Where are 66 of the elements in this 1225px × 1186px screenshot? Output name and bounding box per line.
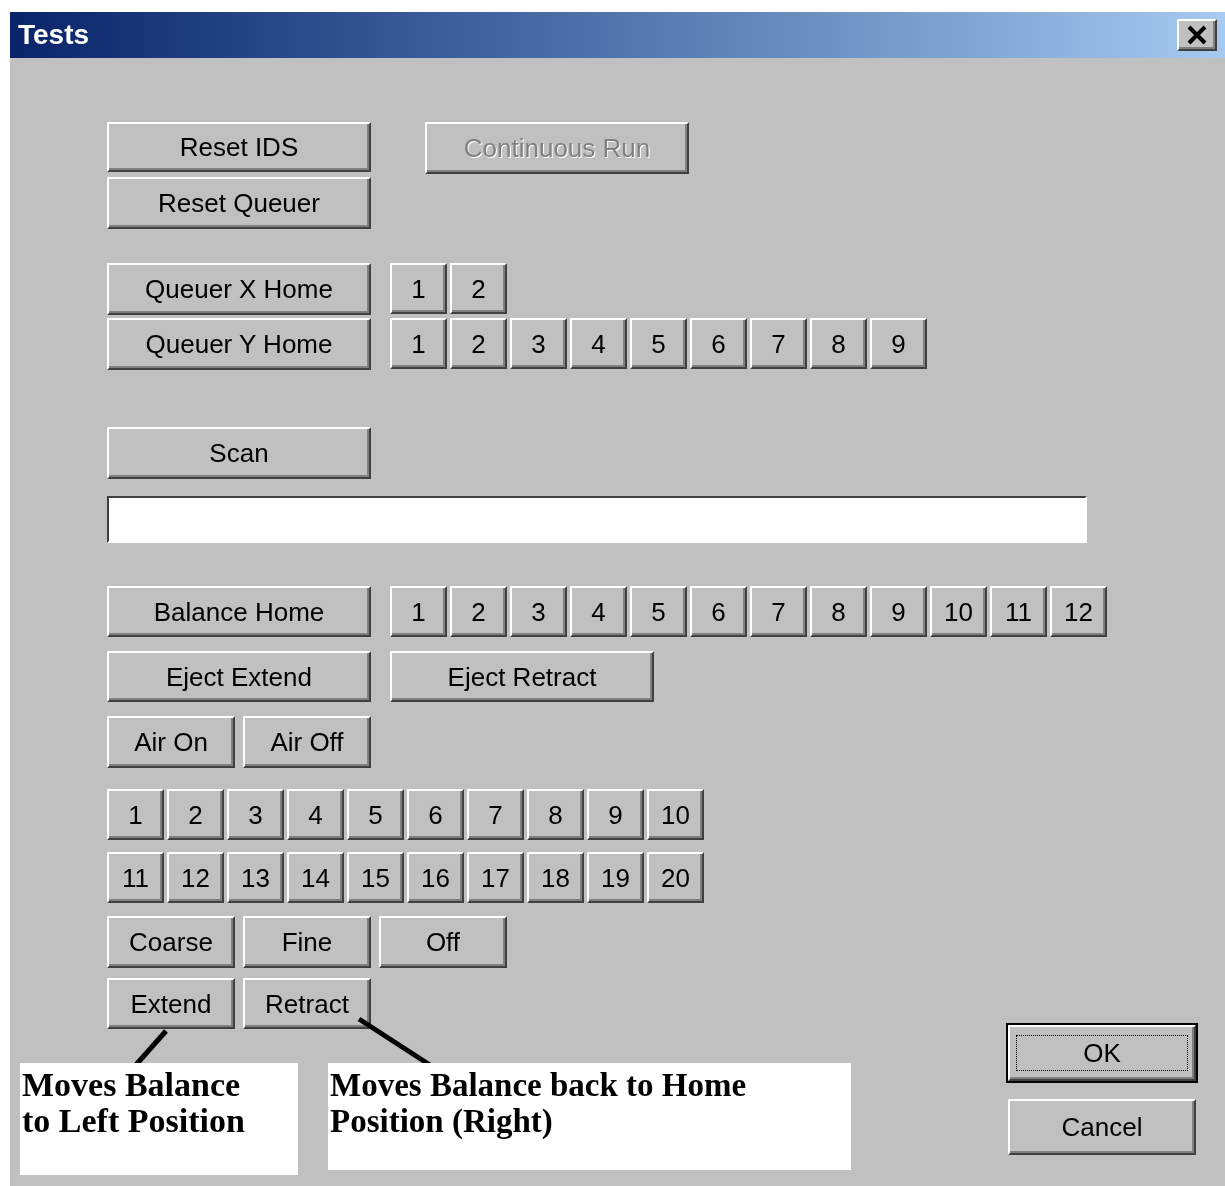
number-button[interactable]: 2 [167,789,224,840]
number-button[interactable]: 12 [167,852,224,903]
number-button[interactable]: 13 [227,852,284,903]
button[interactable]: Fine [243,916,371,968]
number-button[interactable]: 10 [647,789,704,840]
button[interactable]: Air Off [243,716,371,768]
button[interactable]: Air On [107,716,235,768]
number-button[interactable]: 9 [870,318,927,369]
close-button[interactable] [1177,19,1217,51]
number-button[interactable]: 3 [227,789,284,840]
number-button[interactable]: 4 [287,789,344,840]
input-field[interactable] [107,496,1087,543]
number-button[interactable]: 7 [467,789,524,840]
close-icon [1186,25,1208,45]
number-button[interactable]: 1 [107,789,164,840]
number-button[interactable]: 5 [347,789,404,840]
number-button[interactable]: 2 [450,586,507,637]
number-button[interactable]: 3 [510,318,567,369]
button[interactable]: Balance Home [107,586,371,637]
number-button[interactable]: 15 [347,852,404,903]
button[interactable]: Retract [243,978,371,1029]
number-button[interactable]: 5 [630,586,687,637]
number-button[interactable]: 16 [407,852,464,903]
number-button[interactable]: 1 [390,586,447,637]
number-button[interactable]: 3 [510,586,567,637]
number-button[interactable]: 2 [450,263,507,314]
button[interactable]: Extend [107,978,235,1029]
number-button[interactable]: 7 [750,586,807,637]
number-button[interactable]: 11 [990,586,1047,637]
number-button[interactable]: 18 [527,852,584,903]
button[interactable]: Scan [107,427,371,479]
annotation: Moves Balance back to Home Position (Right) [328,1063,851,1170]
button[interactable]: Cancel [1008,1099,1196,1155]
number-button[interactable]: 9 [587,789,644,840]
number-button[interactable]: 19 [587,852,644,903]
number-button[interactable]: 2 [450,318,507,369]
number-button[interactable]: 1 [390,318,447,369]
number-button[interactable]: 1 [390,263,447,314]
number-button[interactable]: 8 [810,318,867,369]
button[interactable]: Off [379,916,507,968]
number-button[interactable]: 11 [107,852,164,903]
number-button[interactable]: 17 [467,852,524,903]
button[interactable]: Eject Retract [390,651,654,702]
button[interactable]: Reset Queuer [107,177,371,229]
number-button[interactable]: 4 [570,318,627,369]
number-button[interactable]: 5 [630,318,687,369]
number-button[interactable]: 8 [810,586,867,637]
button[interactable]: Reset IDS [107,122,371,172]
number-button[interactable]: 4 [570,586,627,637]
number-button[interactable]: 6 [407,789,464,840]
button[interactable]: Queuer Y Home [107,318,371,370]
number-button[interactable]: 6 [690,586,747,637]
window-title: Tests [18,18,90,52]
button[interactable]: OK [1008,1025,1196,1081]
number-button[interactable]: 20 [647,852,704,903]
number-button[interactable]: 12 [1050,586,1107,637]
button[interactable]: Queuer X Home [107,263,371,315]
number-button[interactable]: 9 [870,586,927,637]
number-button[interactable]: 7 [750,318,807,369]
annotation: Moves Balance to Left Position [20,1063,298,1175]
number-button[interactable]: 8 [527,789,584,840]
number-button[interactable]: 14 [287,852,344,903]
button[interactable]: Coarse [107,916,235,968]
number-button[interactable]: 6 [690,318,747,369]
button[interactable]: Eject Extend [107,651,371,702]
number-button[interactable]: 10 [930,586,987,637]
